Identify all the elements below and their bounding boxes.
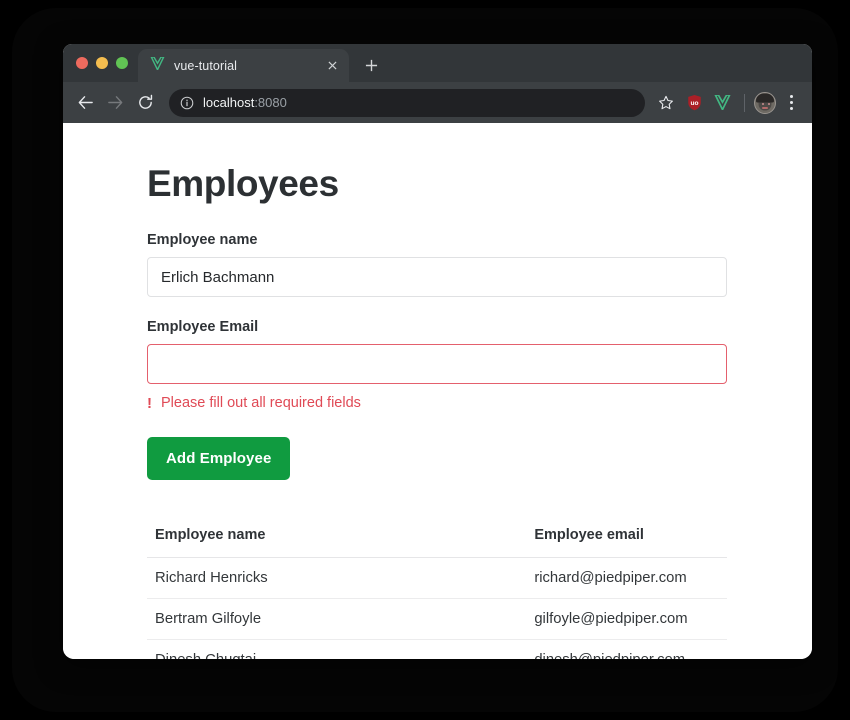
table-header-row: Employee name Employee email	[147, 527, 727, 558]
column-header-email[interactable]: Employee email	[279, 527, 727, 558]
ublock-origin-icon[interactable]: uo	[681, 90, 707, 116]
employee-name-field-group: Employee name	[147, 232, 727, 297]
employees-page: Employees Employee name Employee Email !…	[63, 123, 812, 659]
window-controls	[63, 44, 138, 82]
cell-employee-email: richard@piedpiper.com	[279, 557, 727, 599]
employee-email-label: Employee Email	[147, 319, 259, 335]
svg-text:uo: uo	[690, 100, 698, 107]
vue-logo-icon	[150, 55, 165, 75]
add-employee-button[interactable]: Add Employee	[147, 437, 291, 480]
browser-toolbar: localhost:8080 uo	[63, 82, 812, 123]
cell-employee-name: Richard Henricks	[147, 557, 280, 599]
employee-table: Employee name Employee email Richard Hen…	[147, 527, 727, 659]
validation-error-text: Please fill out all required fields	[161, 395, 361, 411]
three-dot-menu-icon[interactable]	[778, 90, 804, 116]
minimize-window-button[interactable]	[96, 57, 108, 69]
arrow-right-icon	[101, 89, 129, 117]
avatar-eye-left	[762, 102, 764, 105]
avatar-hair	[756, 93, 774, 103]
device-frame: vue-tutorial localhost:8080 uo Employees…	[12, 8, 838, 712]
table-row: Richard Henricks richard@piedpiper.com	[147, 557, 727, 599]
url-host: localhost	[203, 95, 255, 110]
arrow-left-icon[interactable]	[71, 89, 99, 117]
cell-employee-email: gilfoyle@piedpiper.com	[279, 598, 727, 640]
avatar-mouth	[762, 106, 768, 109]
page-title: Employees	[147, 163, 339, 204]
reload-icon[interactable]	[131, 89, 159, 117]
info-circle-icon[interactable]	[180, 96, 194, 110]
avatar-eye-right	[768, 102, 770, 105]
employee-table-head: Employee name Employee email	[147, 527, 727, 558]
cell-employee-name: Bertram Gilfoyle	[147, 598, 280, 640]
employee-name-label: Employee name	[147, 232, 258, 248]
exclamation-icon: !	[147, 394, 152, 412]
toolbar-divider	[744, 93, 745, 112]
close-window-button[interactable]	[76, 57, 88, 69]
cell-employee-name: Dinesh Chugtai	[147, 639, 280, 659]
tab-strip: vue-tutorial	[63, 44, 812, 82]
employee-email-input[interactable]	[147, 344, 727, 384]
browser-window: vue-tutorial localhost:8080 uo Employees…	[63, 44, 812, 659]
address-bar[interactable]: localhost:8080	[169, 88, 645, 117]
plus-icon[interactable]	[357, 51, 385, 79]
table-row: Bertram Gilfoyle gilfoyle@piedpiper.com	[147, 598, 727, 640]
cell-employee-email: dinesh@piedpiper.com	[279, 639, 727, 659]
column-header-name[interactable]: Employee name	[147, 527, 280, 558]
employee-table-body: Richard Henricks richard@piedpiper.com B…	[147, 557, 727, 659]
star-icon[interactable]	[653, 90, 679, 116]
validation-error-message: ! Please fill out all required fields	[147, 395, 727, 411]
employee-email-field-group: Employee Email ! Please fill out all req…	[147, 319, 727, 411]
maximize-window-button[interactable]	[116, 57, 128, 69]
url-port: :8080	[254, 95, 287, 110]
close-icon[interactable]	[323, 57, 341, 75]
page-viewport: Employees Employee name Employee Email !…	[63, 123, 812, 659]
employee-name-input[interactable]	[147, 257, 727, 297]
profile-avatar[interactable]	[754, 91, 776, 114]
url-text: localhost:8080	[203, 95, 287, 110]
vue-devtools-icon[interactable]	[709, 90, 735, 116]
table-row: Dinesh Chugtai dinesh@piedpiper.com	[147, 639, 727, 659]
browser-tab[interactable]: vue-tutorial	[138, 49, 349, 82]
tab-title: vue-tutorial	[174, 58, 238, 73]
